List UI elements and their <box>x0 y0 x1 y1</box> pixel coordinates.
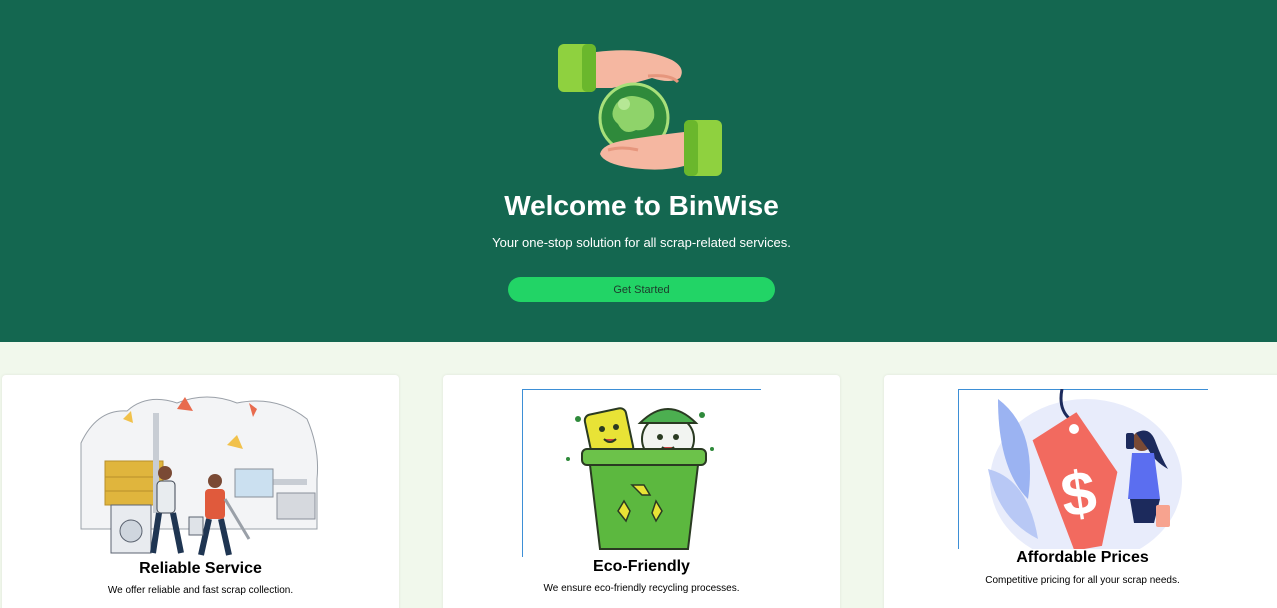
feature-card-affordable-prices: $ Affordable Prices Competitive pricing … <box>884 375 1277 608</box>
recycle-bin-illustration <box>522 389 761 557</box>
feature-title: Eco-Friendly <box>593 558 690 575</box>
feature-card-eco-friendly: Eco-Friendly We ensure eco-friendly recy… <box>443 375 840 608</box>
feature-title: Reliable Service <box>139 560 262 577</box>
get-started-button[interactable]: Get Started <box>508 277 775 302</box>
feature-description: Competitive pricing for all your scrap n… <box>985 575 1180 586</box>
scrap-collection-illustration <box>77 389 320 557</box>
hero-subtitle: Your one-stop solution for all scrap-rel… <box>492 235 791 250</box>
feature-description: We ensure eco-friendly recycling process… <box>543 583 740 594</box>
price-tag-illustration: $ <box>958 389 1208 549</box>
feature-card-reliable-service: Reliable Service We offer reliable and f… <box>2 375 399 608</box>
hero-title: Welcome to BinWise <box>504 190 779 221</box>
feature-title: Affordable Prices <box>1016 549 1149 566</box>
hero-section: Welcome to BinWise Your one-stop solutio… <box>0 0 1277 342</box>
feature-description: We offer reliable and fast scrap collect… <box>107 585 294 596</box>
hands-globe-icon <box>558 44 722 176</box>
